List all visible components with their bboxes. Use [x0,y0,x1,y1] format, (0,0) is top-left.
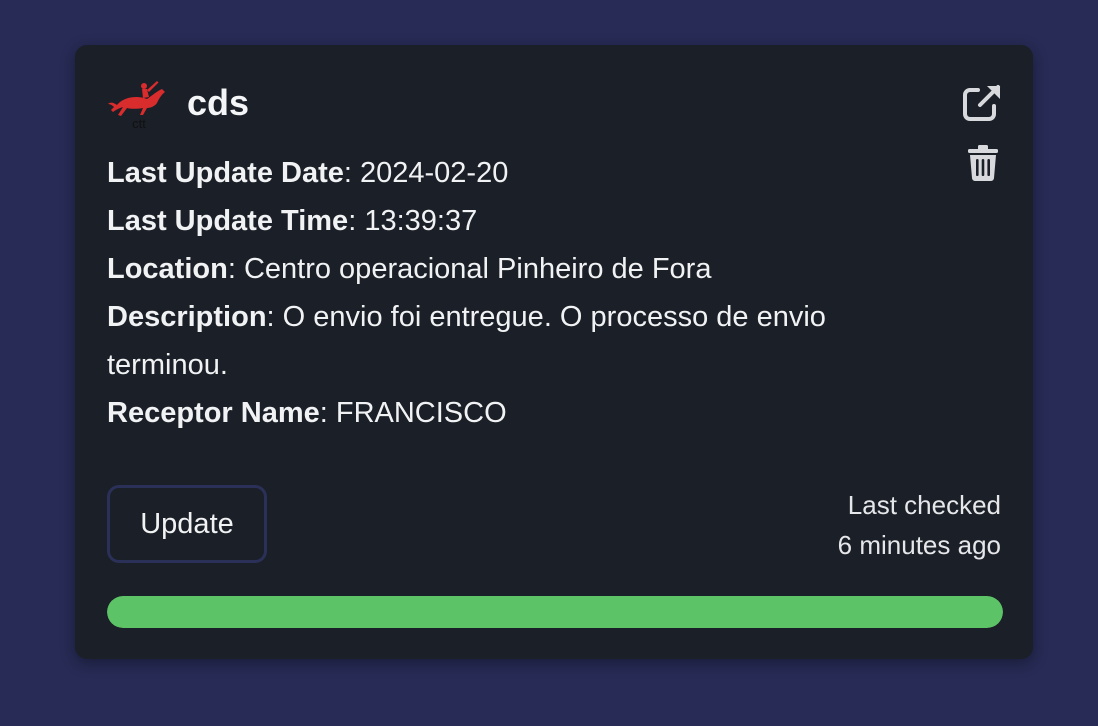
last-update-date-row: Last Update Date: 2024-02-20 [107,149,947,197]
last-update-date-value: : 2024-02-20 [343,157,509,189]
last-checked: Last checked 6 minutes ago [838,485,1001,565]
receptor-name-value: : FRANCISCO [319,397,507,429]
last-update-date-label: Last Update Date [107,157,344,189]
progress-bar [107,596,1003,628]
last-checked-label: Last checked [847,490,1001,520]
tracking-card: ctt cds Last Update Date: 2024-02-20 Las… [75,45,1033,659]
receptor-name-row: Receptor Name: FRANCISCO [107,389,947,437]
description-row: Description: O envio foi entregue. O pro… [107,293,947,389]
delete-button[interactable] [961,141,1005,185]
location-label: Location [107,253,228,285]
last-update-time-label: Last Update Time [107,205,349,237]
location-row: Location: Centro operacional Pinheiro de… [107,245,947,293]
last-checked-time: 6 minutes ago [837,530,1001,560]
progress-bar-fill [107,596,1003,628]
card-title: cds [187,82,250,123]
update-button[interactable]: Update [107,485,267,563]
description-label: Description [107,301,267,333]
last-update-time-value: : 13:39:37 [348,205,478,237]
location-value: : Centro operacional Pinheiro de Fora [227,253,712,285]
receptor-name-label: Receptor Name [107,397,320,429]
open-external-button[interactable] [961,81,1005,125]
ctt-logo-text: ctt [132,116,146,131]
last-update-time-row: Last Update Time: 13:39:37 [107,197,947,245]
external-link-icon [963,85,1000,121]
shipment-details: Last Update Date: 2024-02-20 Last Update… [107,149,947,437]
card-header: ctt cds [107,75,249,131]
ctt-logo: ctt [108,81,165,131]
trash-icon [968,145,998,181]
